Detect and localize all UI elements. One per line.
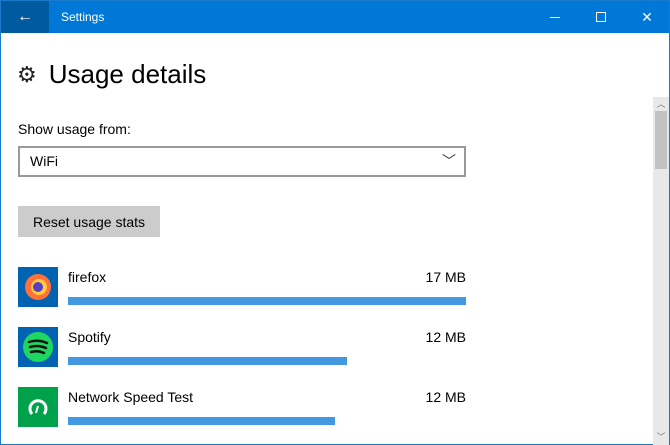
vertical-scrollbar[interactable]: ︿ ﹀ <box>653 97 669 445</box>
usage-bar <box>68 297 466 305</box>
page-title: Usage details <box>48 59 207 89</box>
maximize-button[interactable] <box>578 1 624 33</box>
usage-bar <box>68 357 347 365</box>
close-button[interactable]: ✕ <box>624 1 670 33</box>
show-usage-label: Show usage from: <box>18 121 131 137</box>
scroll-up-icon[interactable]: ︿ <box>653 97 669 110</box>
app-name: Network Speed Test <box>68 389 194 405</box>
window-title: Settings <box>61 10 105 24</box>
back-button[interactable]: ← <box>1 1 49 33</box>
app-usage-size: 12 MB <box>425 329 466 345</box>
spotify-icon <box>18 327 58 367</box>
usage-bar <box>68 417 335 425</box>
chevron-down-icon: ﹀ <box>442 153 456 169</box>
reset-usage-stats-button[interactable]: Reset usage stats <box>18 206 160 237</box>
firefox-icon <box>18 267 58 307</box>
minimize-button[interactable] <box>532 1 578 33</box>
app-usage-size: 12 MB <box>425 389 466 405</box>
app-usage-item: firefox 17 MB <box>18 267 466 307</box>
speedometer-icon <box>18 387 58 427</box>
title-bar: ← Settings ✕ <box>1 1 669 33</box>
app-name: firefox <box>68 269 107 285</box>
usage-source-dropdown[interactable]: WiFi ﹀ <box>18 146 466 177</box>
app-usage-item: Spotify 12 MB <box>18 327 466 367</box>
app-usage-item: Network Speed Test 12 MB <box>18 387 466 427</box>
scrollbar-thumb[interactable] <box>655 111 667 169</box>
scroll-down-icon[interactable]: ﹀ <box>653 430 669 443</box>
app-name: Spotify <box>68 329 111 345</box>
app-usage-size: 17 MB <box>425 269 466 285</box>
gear-icon: ⚙ <box>17 61 37 87</box>
usage-source-value: WiFi <box>30 153 58 169</box>
